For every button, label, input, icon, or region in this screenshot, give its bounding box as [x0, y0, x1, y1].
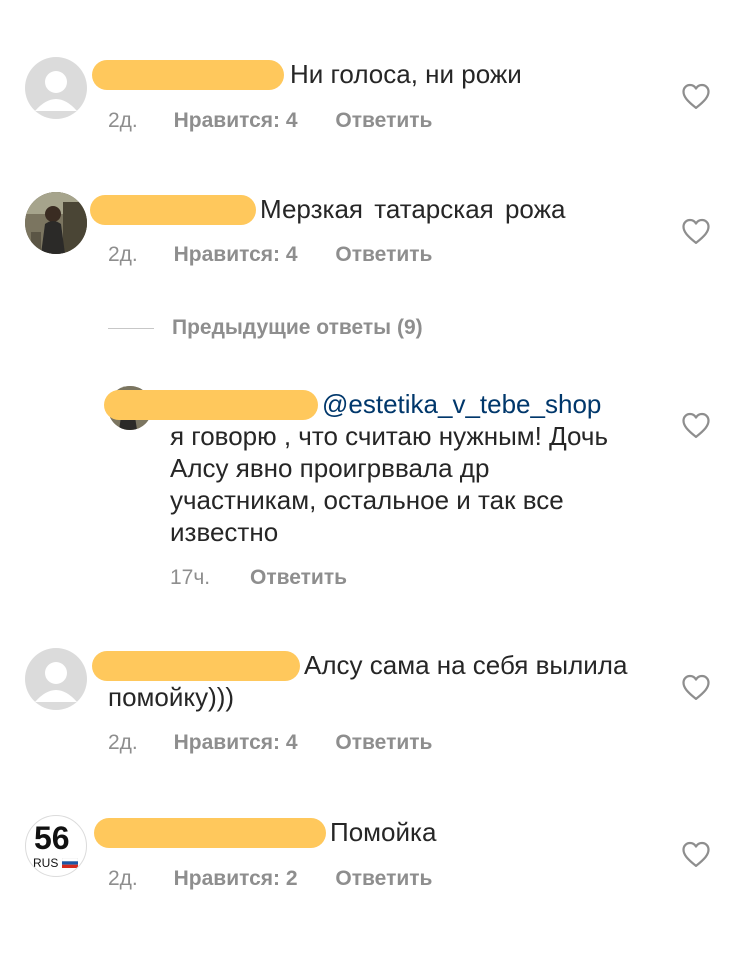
reply-meta: 17ч. Ответить: [170, 566, 347, 590]
comment-age: 2д.: [108, 109, 138, 132]
russian-flag-icon: [62, 858, 78, 868]
username-redaction: [94, 818, 326, 848]
comment-age: 2д.: [108, 243, 138, 266]
likes-count[interactable]: Нравится: 4: [174, 243, 298, 267]
comment-meta: 2д. Нравится: 4 Ответить: [108, 243, 432, 267]
view-previous-replies[interactable]: Предыдущие ответы (9): [108, 313, 423, 343]
comment-text: Помойка: [330, 817, 437, 847]
region-number: 56: [34, 820, 70, 856]
reply-mention[interactable]: @estetika_v_tebe_shop: [322, 388, 601, 420]
reply-button[interactable]: Ответить: [335, 731, 432, 755]
region-code: RUS: [33, 856, 59, 870]
username-redaction: [90, 195, 256, 225]
heart-outline-icon[interactable]: [681, 673, 711, 701]
comment-age: 17ч.: [170, 566, 211, 589]
default-avatar-icon: [35, 71, 77, 111]
heart-outline-icon[interactable]: [681, 82, 711, 110]
replies-divider: [108, 327, 154, 329]
likes-count[interactable]: Нравится: 4: [174, 731, 298, 755]
comment-text: Алсу сама на себя вылила помойку))): [108, 649, 628, 713]
reply-button[interactable]: Ответить: [250, 566, 347, 590]
comment-age: 2д.: [108, 867, 138, 890]
likes-count[interactable]: Нравится: 4: [174, 109, 298, 133]
likes-count[interactable]: Нравится: 2: [174, 867, 298, 891]
comment-body: Алсу сама на себя вылила помойку))): [108, 650, 628, 712]
reply-text: я говорю , что считаю нужным! Дочь Алсу …: [170, 421, 609, 547]
user-photo-icon: [25, 192, 87, 254]
comment-meta: 2д. Нравится: 2 Ответить: [108, 867, 432, 891]
reply-button[interactable]: Ответить: [335, 243, 432, 267]
comment-meta: 2д. Нравится: 4 Ответить: [108, 109, 432, 133]
comment-meta: 2д. Нравится: 4 Ответить: [108, 731, 432, 755]
mention-link[interactable]: @estetika_v_tebe_shop: [322, 389, 601, 419]
username-redaction: [104, 390, 318, 420]
comment-text: Ни голоса, ни рожи: [290, 59, 522, 89]
username-redaction: [92, 60, 284, 90]
heart-outline-icon[interactable]: [681, 840, 711, 868]
heart-outline-icon[interactable]: [681, 217, 711, 245]
heart-outline-icon[interactable]: [681, 411, 711, 439]
comment-text: Мерзкая татарская рожа: [260, 194, 566, 224]
reply-button[interactable]: Ответить: [335, 867, 432, 891]
avatar[interactable]: [25, 648, 87, 710]
comment-age: 2д.: [108, 731, 138, 754]
reply-button[interactable]: Ответить: [335, 109, 432, 133]
previous-replies-label: Предыдущие ответы (9): [172, 316, 423, 339]
avatar[interactable]: [25, 192, 87, 254]
avatar[interactable]: 56 RUS: [25, 815, 87, 877]
avatar[interactable]: [25, 57, 87, 119]
default-avatar-icon: [35, 662, 77, 702]
